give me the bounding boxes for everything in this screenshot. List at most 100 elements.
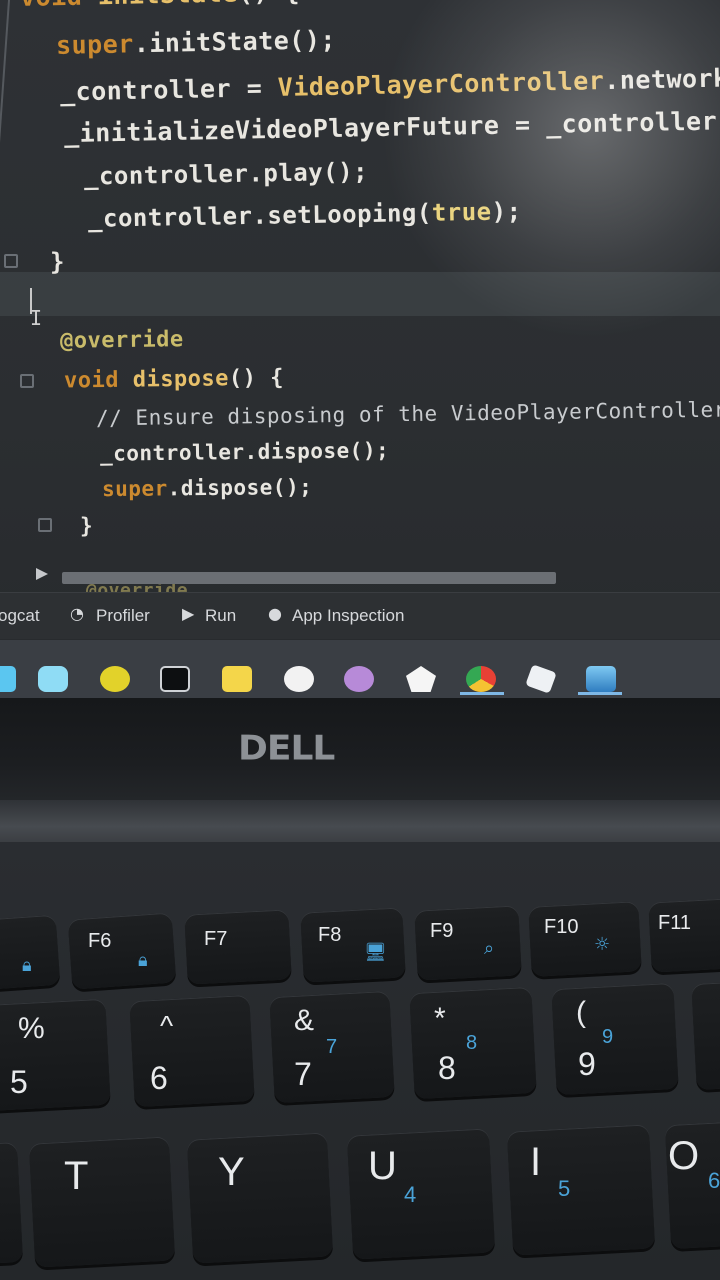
expand-arrow-icon[interactable] bbox=[36, 568, 48, 580]
code-line-controller-dispose: _controller.dispose(); bbox=[100, 438, 389, 466]
code-line-close-brace-2: } bbox=[80, 514, 93, 538]
key-9[interactable] bbox=[551, 982, 679, 1096]
key-f6-label: F6 bbox=[88, 930, 112, 952]
key-o-label: O bbox=[668, 1134, 700, 1178]
code-token: initState bbox=[97, 0, 238, 10]
app-icon[interactable] bbox=[0, 666, 16, 692]
ibeam-cursor-icon: I bbox=[30, 306, 43, 330]
lock-icon: 🔒︎ bbox=[22, 955, 32, 976]
code-token: } bbox=[80, 514, 94, 538]
code-line-super-init: super.initState(); bbox=[56, 25, 336, 60]
key-y[interactable] bbox=[186, 1132, 334, 1264]
key-5-label: 5 bbox=[10, 1064, 28, 1100]
code-token: dispose bbox=[132, 366, 230, 393]
key-6-shift-label: ^ bbox=[160, 1010, 174, 1041]
tab-run[interactable]: Run bbox=[205, 606, 236, 626]
key-f5[interactable] bbox=[0, 914, 61, 992]
circle-app-icon[interactable] bbox=[284, 666, 314, 692]
code-token: _controller = bbox=[59, 72, 279, 107]
tab-logcat[interactable]: ogcat bbox=[0, 606, 40, 626]
backlight-icon: ☼ bbox=[594, 934, 611, 955]
podcast-icon[interactable] bbox=[344, 666, 374, 692]
laptop-photo: void initState() { super.initState(); _c… bbox=[0, 0, 720, 1280]
key-t[interactable] bbox=[28, 1136, 176, 1268]
key-6-label: 6 bbox=[150, 1060, 168, 1096]
key-i-label: I bbox=[530, 1140, 542, 1184]
key-f8-label: F8 bbox=[318, 924, 342, 946]
code-line-controller: _controller = VideoPlayerController.netw… bbox=[60, 63, 720, 107]
terminal-icon[interactable] bbox=[160, 666, 190, 692]
active-app-indicator bbox=[460, 692, 504, 695]
key-f7[interactable] bbox=[184, 909, 292, 985]
code-token: void bbox=[20, 0, 98, 12]
code-token: @override bbox=[59, 327, 184, 354]
fold-marker-icon[interactable] bbox=[4, 254, 18, 268]
chat-app-icon[interactable] bbox=[38, 666, 68, 692]
key-i-numpad-label: 5 bbox=[558, 1176, 571, 1201]
key-8-numpad-label: 8 bbox=[466, 1032, 478, 1054]
key-8-shift-label: * bbox=[434, 1002, 446, 1035]
code-token: .network(wi bbox=[603, 62, 720, 96]
code-line-looping: _controller.setLooping(true); bbox=[88, 197, 522, 233]
key-u-label: U bbox=[368, 1144, 397, 1188]
sticky-notes-icon[interactable] bbox=[222, 666, 252, 692]
laptop-hinge bbox=[0, 800, 720, 844]
gauge-icon: ◔ bbox=[70, 604, 84, 623]
code-token: _initializeVideoPlayerFuture = _controll… bbox=[63, 104, 720, 149]
key-5-shift-label: % bbox=[18, 1012, 45, 1045]
key-u-numpad-label: 4 bbox=[404, 1182, 417, 1207]
code-line-comment: // Ensure disposing of the VideoPlayerCo… bbox=[96, 398, 720, 431]
code-token: .dispose(); bbox=[167, 474, 313, 501]
code-token: _controller.setLooping( bbox=[87, 198, 433, 233]
code-line-override: @override bbox=[60, 327, 184, 354]
key-f10-label: F10 bbox=[544, 916, 579, 938]
key-f11-label: F11 bbox=[658, 912, 691, 934]
code-token: () { bbox=[237, 0, 300, 7]
code-line-init-signature: void initState() { bbox=[20, 0, 300, 12]
key-t-label: T bbox=[64, 1154, 89, 1198]
code-token: ); bbox=[491, 197, 522, 226]
key-f10[interactable] bbox=[528, 901, 642, 977]
laptop-screen: void initState() { super.initState(); _c… bbox=[0, 0, 720, 700]
code-token: super bbox=[55, 29, 135, 60]
chrome-icon[interactable] bbox=[466, 666, 496, 692]
code-token: VideoPlayerController bbox=[277, 66, 605, 102]
key-f6[interactable] bbox=[67, 912, 177, 990]
code-token: .initState(); bbox=[133, 25, 337, 59]
code-token: } bbox=[50, 248, 65, 276]
code-token: _controller.play(); bbox=[83, 157, 369, 191]
key-f8[interactable] bbox=[300, 907, 406, 983]
display-icon: 🖥︎ bbox=[364, 942, 387, 963]
photos-icon[interactable] bbox=[586, 666, 616, 692]
key-f9[interactable] bbox=[414, 905, 522, 981]
horizontal-scrollbar[interactable] bbox=[62, 572, 556, 584]
fold-marker-icon[interactable] bbox=[20, 374, 34, 388]
active-app-indicator bbox=[578, 692, 622, 695]
android-studio-icon[interactable] bbox=[100, 666, 130, 692]
key-9-label: 9 bbox=[578, 1046, 596, 1082]
key-0[interactable] bbox=[691, 979, 720, 1091]
key-o-numpad-label: 6 bbox=[708, 1168, 720, 1193]
key-y-label: Y bbox=[218, 1150, 245, 1194]
code-line-play: _controller.play(); bbox=[84, 158, 368, 191]
fold-marker-icon[interactable] bbox=[38, 518, 52, 532]
tab-profiler[interactable]: Profiler bbox=[96, 606, 150, 626]
key-7-label: 7 bbox=[294, 1056, 312, 1092]
key-7-numpad-label: 7 bbox=[326, 1036, 338, 1058]
key-6[interactable] bbox=[129, 994, 255, 1108]
key-9-numpad-label: 9 bbox=[602, 1026, 614, 1048]
code-token: _controller.dispose(); bbox=[99, 438, 390, 466]
code-token: super bbox=[101, 476, 168, 502]
key-7-shift-label: & bbox=[294, 1004, 315, 1037]
play-icon: ▶ bbox=[182, 604, 195, 623]
code-token: // Ensure disposing of the VideoPlayerCo… bbox=[95, 397, 720, 431]
key-8-label: 8 bbox=[438, 1050, 456, 1086]
code-token: true bbox=[431, 197, 492, 227]
search-icon: ⌕ bbox=[484, 938, 495, 959]
key-f9-label: F9 bbox=[430, 920, 454, 942]
laptop-bezel bbox=[0, 698, 720, 808]
dell-logo: DELL bbox=[238, 729, 335, 768]
tab-app-inspection[interactable]: App Inspection bbox=[292, 606, 404, 626]
key-f11[interactable] bbox=[648, 897, 720, 973]
code-line-super-dispose: super.dispose(); bbox=[102, 475, 313, 501]
